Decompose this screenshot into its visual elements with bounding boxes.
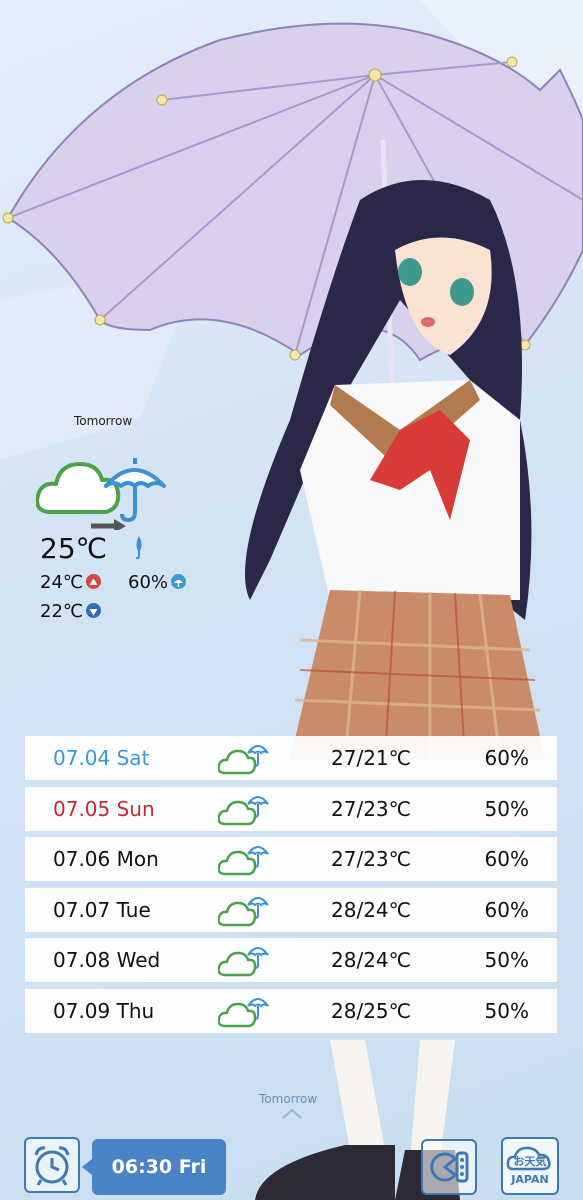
cloud-rain-icon [218,896,269,927]
chevron-up-icon[interactable] [281,1108,303,1120]
umbrella-badge-icon [171,573,187,589]
forecast-date: 07.07 Tue [53,897,151,922]
high-temp-value: 24℃ [40,572,84,593]
forecast-precipitation: 50% [484,998,529,1023]
cloud-rain-icon [218,947,269,977]
forecast-row[interactable]: 07.09 Thu 28/25℃ 50% [25,988,557,1033]
tomorrow-low: 22℃ [40,601,102,622]
forecast-temperature: 28/24℃ [331,948,412,973]
tomorrow-swipe-hint[interactable]: Tomorrow [259,1092,317,1106]
forecast-temperature: 27/21℃ [331,746,412,770]
low-temp-value: 22℃ [40,601,84,622]
forecast-temperature: 27/23℃ [331,796,412,821]
cloud-rain-icon [218,795,269,825]
weekly-forecast-list: 07.04 Sat 27/21℃ 60% 07.05 Sun 27/23℃ 50… [25,736,557,1040]
alarm-clock-icon [34,1146,70,1186]
alarm-time-display[interactable]: 06:30 Fri [82,1139,226,1195]
cloud-rain-icon [218,745,269,775]
forecast-temperature: 28/24℃ [331,897,412,922]
tomorrow-temperature: 25℃ [40,532,108,565]
arrow-down-icon [86,602,102,618]
forecast-row[interactable]: 07.04 Sat 27/21℃ 60% [25,736,557,780]
forecast-temperature: 27/23℃ [331,847,412,872]
cloud-rain-icon [218,846,269,876]
rain-drop-icon [135,536,142,560]
tomorrow-label: Tomorrow [74,414,133,428]
widget-menu-button[interactable] [421,1139,477,1195]
cloudy-then-rain-icon [36,458,166,530]
alarm-button[interactable] [24,1137,80,1193]
forecast-temperature: 28/25℃ [331,998,412,1023]
forecast-date: 07.09 Thu [53,998,155,1023]
arrow-up-icon [86,573,102,589]
otenki-japan-logo-button[interactable]: お天気 JAPAN [501,1137,559,1195]
forecast-date: 07.05 Sun [53,796,155,821]
forecast-row[interactable]: 07.08 Wed 28/24℃ 50% [25,938,557,983]
cloud-rain-icon [218,997,269,1028]
logo-text-japan: JAPAN [511,1173,549,1186]
forecast-precipitation: 50% [484,948,529,973]
forecast-date: 07.06 Mon [53,847,159,872]
forecast-row[interactable]: 07.05 Sun 27/23℃ 50% [25,786,557,831]
forecast-precipitation: 60% [484,746,529,770]
forecast-row[interactable]: 07.06 Mon 27/23℃ 60% [25,837,557,882]
tomorrow-precipitation: 60% [128,572,187,593]
logo-text-otenki: お天気 [513,1155,547,1168]
forecast-precipitation: 60% [484,847,529,872]
forecast-date: 07.08 Wed [53,948,161,973]
precip-value: 60% [128,572,169,593]
forecast-precipitation: 50% [484,796,529,821]
forecast-row[interactable]: 07.07 Tue 28/24℃ 60% [25,887,557,932]
tomorrow-high: 24℃ [40,572,102,593]
forecast-precipitation: 60% [484,897,529,922]
forecast-date: 07.04 Sat [53,746,150,770]
pacman-icon [430,1151,469,1183]
